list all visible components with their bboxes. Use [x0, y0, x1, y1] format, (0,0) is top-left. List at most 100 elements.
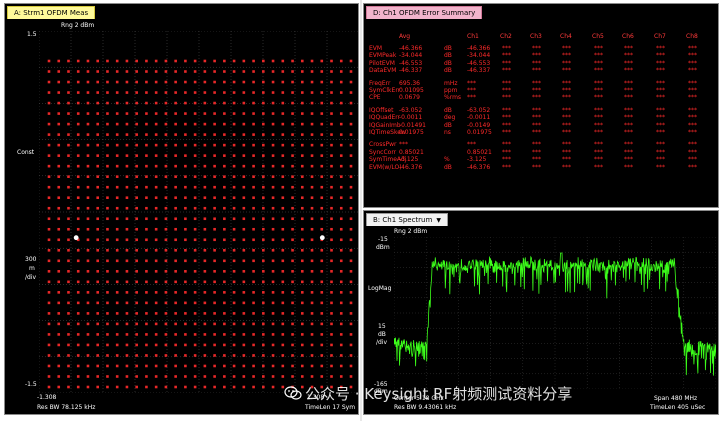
spectrum-res-bw: Res BW 9.43061 kHz: [394, 404, 457, 411]
constellation-point: [213, 70, 216, 73]
constellation-point: [154, 270, 158, 273]
constellation-point: [67, 291, 70, 294]
constellation-point: [193, 206, 197, 210]
constellation-point: [300, 91, 304, 94]
constellation-point: [57, 385, 61, 389]
constellation-point: [135, 364, 138, 368]
constellation-point: [164, 164, 168, 168]
constellation-point: [232, 270, 236, 273]
constellation-point: [154, 112, 158, 115]
constellation-point: [213, 101, 216, 105]
constellation-point: [339, 270, 343, 273]
constellation-point: [262, 322, 265, 326]
constellation-point: [164, 206, 168, 210]
constellation-point: [174, 270, 177, 273]
constellation-point: [106, 385, 109, 389]
error-table-cell: dB: [444, 45, 452, 52]
constellation-point: [86, 322, 90, 326]
constellation-point: [223, 122, 226, 126]
constellation-point: [164, 280, 168, 284]
error-table-cell: ***: [562, 148, 571, 156]
error-table-cell: ***: [594, 106, 603, 114]
constellation-point: [154, 312, 158, 315]
constellation-point: [291, 259, 294, 263]
constellation-point: [281, 280, 285, 284]
constellation-point: [57, 270, 61, 273]
error-table-cell: ***: [624, 129, 633, 136]
constellation-point: [125, 270, 129, 273]
error-table-cell: SyncCorr: [369, 148, 397, 156]
error-table-cell: -46.376: [399, 163, 423, 171]
constellation-point: [154, 322, 158, 326]
constellation-point: [96, 164, 100, 168]
error-table-cell: 0.85021: [399, 148, 424, 156]
error-table-row: CPE 0.0679 %rms *** *** *** *** *** *** *** ***: [369, 94, 717, 101]
tab-spectrum[interactable]: B: Ch1 Spectrum ▼: [366, 213, 448, 226]
constellation-point: [145, 133, 148, 136]
constellation-point: [300, 59, 304, 63]
error-table-row: SymClkErr 0.01095 ppm *** *** *** *** *** *** ***…: [369, 87, 717, 94]
error-table-cell: -63.052: [399, 106, 423, 114]
constellation-point: [164, 80, 168, 84]
error-column-header: Ch3: [530, 33, 542, 40]
constellation-point: [281, 196, 285, 200]
constellation-point: [349, 280, 353, 284]
chevron-down-icon[interactable]: ▼: [436, 217, 441, 224]
constellation-point: [339, 248, 343, 252]
constellation-point: [96, 122, 100, 126]
constellation-point: [154, 333, 158, 336]
error-table-cell: ***: [594, 79, 603, 87]
constellation-point: [67, 364, 70, 368]
constellation-point: [76, 80, 80, 84]
constellation-point: [86, 385, 90, 389]
panel-divider[interactable]: [360, 0, 362, 421]
constellation-point: [242, 112, 246, 115]
error-table-cell: ***: [532, 129, 541, 136]
constellation-point: [125, 185, 129, 189]
constellation-point: [125, 70, 129, 73]
error-table-cell: ***: [594, 94, 603, 102]
constellation-point: [115, 206, 119, 210]
constellation-point: [184, 291, 187, 294]
constellation-point: [262, 248, 265, 252]
error-table-cell: ***: [656, 163, 665, 171]
constellation-point: [310, 259, 314, 263]
constellation-point: [164, 248, 168, 252]
error-table-cell: CrossPwr: [369, 141, 397, 149]
constellation-point: [242, 270, 246, 273]
constellation-point: [262, 122, 265, 126]
constellation-point: [242, 122, 246, 126]
error-table-cell: ***: [532, 45, 541, 52]
error-table-cell: -46.337: [467, 67, 491, 75]
constellation-point: [184, 122, 187, 126]
constellation-point: [184, 259, 187, 263]
constellation-point: [57, 227, 61, 231]
constellation-point: [76, 154, 80, 157]
error-table-cell: IQQuadErr: [369, 114, 401, 122]
constellation-point: [271, 301, 275, 305]
constellation-point: [86, 270, 90, 273]
constellation-point: [252, 375, 255, 378]
tab-constellation[interactable]: A: Strm1 OFDM Meas: [7, 6, 96, 19]
error-table-cell: ***: [688, 156, 697, 164]
constellation-point: [232, 196, 236, 200]
constellation-point: [86, 70, 90, 73]
error-table-cell: ***: [532, 121, 541, 129]
constellation-point: [242, 259, 246, 263]
constellation-point: [76, 312, 80, 315]
constellation-point: [47, 364, 51, 368]
constellation-point: [262, 143, 265, 147]
constellation-point: [320, 248, 324, 252]
constellation-point: [291, 185, 294, 189]
constellation-point: [145, 248, 148, 252]
constellation-point: [106, 133, 109, 136]
constellation-point: [339, 322, 343, 326]
tab-error-summary[interactable]: D: Ch1 OFDM Error Summary: [366, 6, 483, 19]
constellation-point: [339, 280, 343, 284]
constellation-point: [300, 343, 304, 347]
constellation-point: [67, 133, 70, 136]
constellation-point: [310, 343, 314, 347]
constellation-point: [47, 59, 51, 63]
constellation-point: [115, 112, 119, 115]
constellation-point: [252, 322, 255, 326]
